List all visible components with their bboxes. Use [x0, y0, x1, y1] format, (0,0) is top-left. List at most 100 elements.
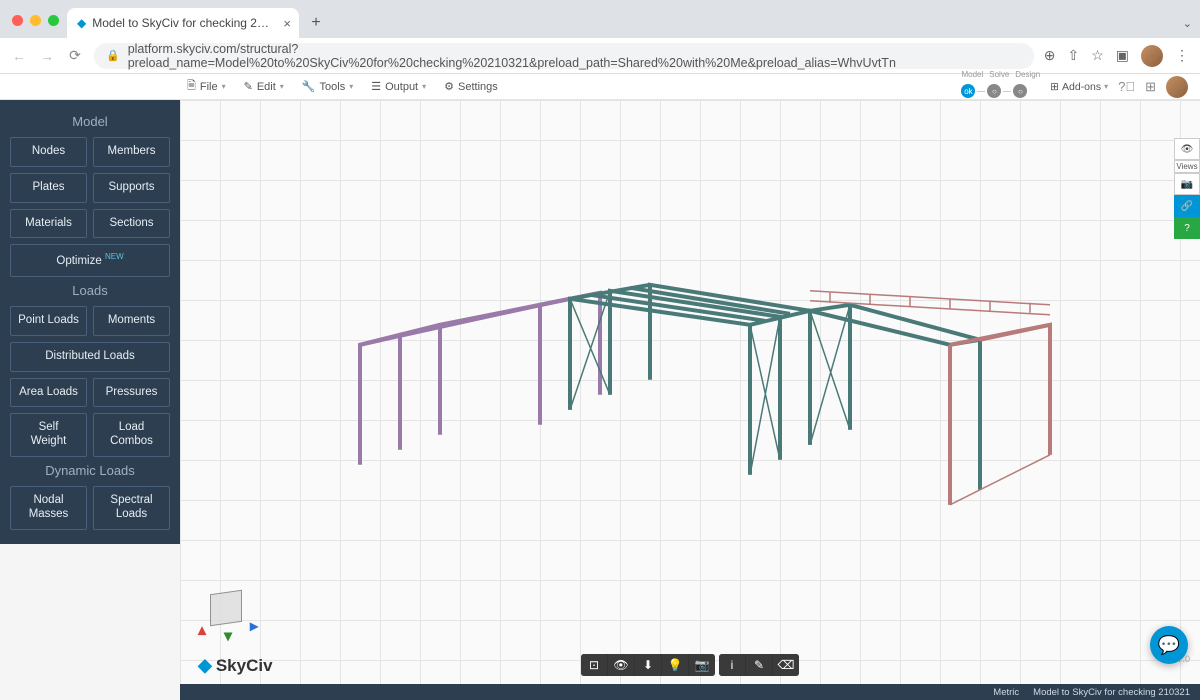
viewport-3d[interactable]: ▴ ▸ ▾ ◆ SkyCiv ⊡ 👁 ⬇ 💡 📷 i ✎ ⌫ 👁 Views 📷… [180, 100, 1200, 684]
menu-file[interactable]: 🗎File▾ [187, 77, 226, 96]
mode-label-design: Design [1015, 70, 1040, 79]
self-weight-button[interactable]: Self Weight [10, 413, 87, 457]
bulb-icon[interactable]: 💡 [662, 654, 688, 676]
brand-logo: ◆ SkyCiv [198, 655, 273, 676]
axis-y-icon: ▾ [224, 626, 232, 646]
mode-label-solve: Solve [989, 70, 1009, 79]
moments-button[interactable]: Moments [93, 306, 170, 336]
profile-avatar[interactable] [1141, 45, 1163, 67]
eye-icon[interactable]: 👁 [1174, 138, 1200, 160]
back-icon[interactable]: ← [10, 48, 28, 64]
members-button[interactable]: Members [93, 137, 170, 167]
app-menubar: 🗎File▾ ✎Edit▾ 🔧Tools▾ ☰Output▾ ⚙Settings… [0, 74, 1200, 100]
browser-tab[interactable]: ◆ Model to SkyCiv for checking 2… × [67, 8, 299, 38]
tab-title: Model to SkyCiv for checking 2… [92, 16, 269, 30]
extension-icon[interactable]: ▣ [1116, 47, 1129, 64]
close-window[interactable] [12, 15, 23, 26]
search-icon[interactable]: ⊕ [1044, 47, 1056, 64]
logo-icon: ◆ [198, 655, 212, 676]
load-combos-button[interactable]: Load Combos [93, 413, 170, 457]
address-bar[interactable]: 🔒 platform.skyciv.com/structural?preload… [94, 43, 1034, 69]
spectral-loads-button[interactable]: Spectral Loads [93, 486, 170, 530]
url-text: platform.skyciv.com/structural?preload_n… [128, 42, 1022, 70]
wrench-icon: 🔧 [302, 80, 316, 93]
browser-actions: ⊕ ⇧ ☆ ▣ ⋮ [1044, 45, 1190, 67]
point-loads-button[interactable]: Point Loads [10, 306, 87, 336]
status-bar: Metric Model to SkyCiv for checking 2103… [180, 684, 1200, 700]
menu-output[interactable]: ☰Output▾ [371, 77, 426, 96]
plates-button[interactable]: Plates [10, 173, 87, 203]
sidebar-header-loads: Loads [10, 283, 170, 298]
tab-favicon-icon: ◆ [77, 16, 86, 30]
lock-icon: 🔒 [106, 49, 120, 62]
camera-icon[interactable]: 📷 [1174, 173, 1200, 195]
view-toolbar: ⊡ 👁 ⬇ 💡 📷 i ✎ ⌫ [581, 654, 799, 676]
nodal-masses-button[interactable]: Nodal Masses [10, 486, 87, 530]
structural-model[interactable] [310, 195, 1070, 535]
chevron-down-icon: ▾ [422, 82, 426, 91]
chevron-down-icon: ▾ [280, 82, 284, 91]
info-icon[interactable]: i [719, 654, 745, 676]
grid-icon: ⊞ [1050, 81, 1059, 93]
reload-icon[interactable]: ⟳ [66, 47, 84, 64]
distributed-loads-button[interactable]: Distributed Loads [10, 342, 170, 372]
tab-overflow-icon[interactable]: ⌄ [1183, 17, 1192, 30]
mode-solve-button[interactable]: ○ [987, 84, 1001, 98]
pressures-button[interactable]: Pressures [93, 378, 170, 408]
maximize-window[interactable] [48, 15, 59, 26]
snapshot-icon[interactable]: 📷 [689, 654, 715, 676]
help-tool-icon[interactable]: ? [1174, 217, 1200, 239]
file-icon: 🗎 [187, 77, 196, 96]
edit-icon[interactable]: ✎ [746, 654, 772, 676]
share-icon[interactable]: ⇧ [1067, 47, 1079, 64]
axis-gizmo[interactable]: ▴ ▸ ▾ [198, 584, 258, 644]
eraser-icon[interactable]: ⌫ [773, 654, 799, 676]
supports-button[interactable]: Supports [93, 173, 170, 203]
chat-bubble-icon[interactable]: 💬 [1150, 626, 1188, 664]
model-name-label: Model to SkyCiv for checking 210321 [1033, 687, 1190, 698]
browser-tab-strip: ◆ Model to SkyCiv for checking 2… × + ⌄ [0, 0, 1200, 38]
sidebar-header-dynamic: Dynamic Loads [10, 463, 170, 478]
chevron-down-icon: ▾ [1104, 82, 1108, 91]
new-tab-button[interactable]: + [303, 10, 329, 36]
pencil-icon: ✎ [244, 80, 253, 93]
optimize-button[interactable]: Optimize NEW [10, 244, 170, 277]
area-loads-button[interactable]: Area Loads [10, 378, 87, 408]
menu-edit[interactable]: ✎Edit▾ [244, 77, 284, 96]
axis-x-icon: ▴ [198, 620, 206, 640]
apps-grid-icon[interactable]: ⊞ [1145, 79, 1156, 95]
user-avatar[interactable] [1166, 76, 1188, 98]
sections-button[interactable]: Sections [93, 209, 170, 239]
close-tab-icon[interactable]: × [283, 16, 291, 31]
window-controls [8, 15, 67, 38]
units-label[interactable]: Metric [993, 687, 1019, 698]
right-tool-panel: 👁 Views 📷 🔗 ? [1174, 138, 1200, 239]
mode-design-button[interactable]: ○ [1013, 84, 1027, 98]
view-btn-1[interactable]: ⊡ [581, 654, 607, 676]
sidebar-header-model: Model [10, 114, 170, 129]
minimize-window[interactable] [30, 15, 41, 26]
mode-model-button[interactable]: ok [961, 84, 975, 98]
views-label[interactable]: Views [1174, 160, 1200, 173]
gear-icon: ⚙ [444, 80, 454, 93]
axis-z-icon: ▸ [250, 616, 258, 636]
bookmark-icon[interactable]: ☆ [1091, 47, 1104, 64]
chevron-down-icon: ▾ [222, 82, 226, 91]
materials-button[interactable]: Materials [10, 209, 87, 239]
help-icon[interactable]: ?⃝ [1118, 79, 1135, 94]
menu-tools[interactable]: 🔧Tools▾ [302, 77, 353, 96]
browser-toolbar: ← → ⟳ 🔒 platform.skyciv.com/structural?p… [0, 38, 1200, 74]
sidebar: Model Nodes Members Plates Supports Mate… [0, 100, 180, 544]
gizmo-cube[interactable] [210, 590, 242, 626]
menu-icon[interactable]: ⋮ [1175, 47, 1190, 64]
addons-menu[interactable]: ⊞Add-ons▾ [1050, 81, 1108, 93]
menu-settings[interactable]: ⚙Settings [444, 77, 498, 96]
share-tool-icon[interactable]: 🔗 [1174, 195, 1200, 217]
visibility-icon[interactable]: 👁 [608, 654, 634, 676]
output-icon: ☰ [371, 80, 381, 93]
download-icon[interactable]: ⬇ [635, 654, 661, 676]
forward-icon[interactable]: → [38, 48, 56, 64]
chevron-down-icon: ▾ [349, 82, 353, 91]
mode-label-model: Model [961, 70, 983, 79]
nodes-button[interactable]: Nodes [10, 137, 87, 167]
